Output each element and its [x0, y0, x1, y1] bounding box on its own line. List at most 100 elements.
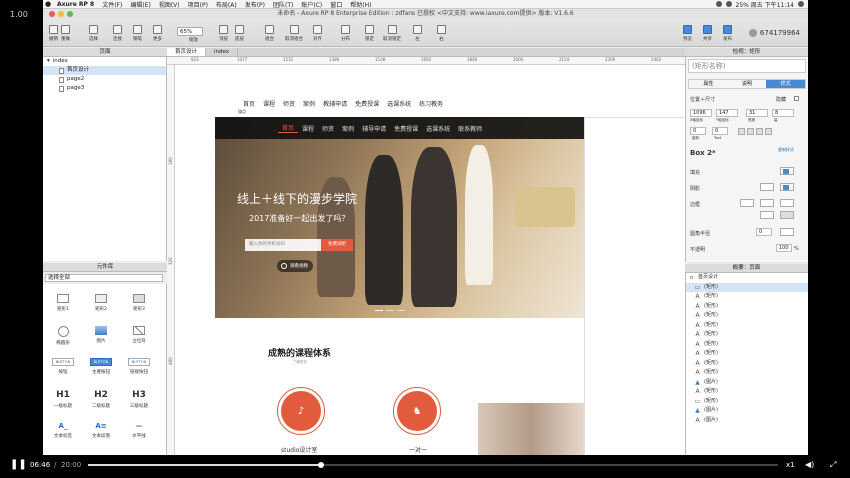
y-field[interactable]: 147	[716, 109, 738, 117]
nav-link[interactable]: 辅导申请	[358, 124, 390, 133]
style-name[interactable]: Box 2*	[690, 149, 716, 157]
library-widget[interactable]: 图片	[83, 326, 119, 344]
toolbar-button[interactable]: 连接	[113, 25, 122, 42]
outline-root[interactable]: ▫ 首页设计	[686, 273, 808, 283]
nav-link[interactable]: 首页	[278, 123, 299, 133]
outline-item[interactable]: A (矩形)	[686, 368, 808, 378]
page-item[interactable]: ▾ index	[43, 57, 166, 66]
rotation-field[interactable]: 0	[690, 127, 706, 135]
close-icon[interactable]	[49, 11, 55, 17]
chair-icon[interactable]: ♞	[397, 391, 437, 431]
nav-link[interactable]: 案例	[299, 99, 319, 108]
opacity-field[interactable]: 100	[776, 244, 792, 252]
toolbar-button[interactable]: 组合	[265, 25, 274, 42]
menu-item[interactable]: 布局(A)	[212, 0, 241, 9]
toolbar-button[interactable]: 右	[437, 25, 446, 42]
toolbar-button[interactable]: 更多	[153, 25, 162, 42]
outline-item[interactable]: A (图片)	[686, 416, 808, 426]
nav-link[interactable]: 选课系统	[422, 124, 454, 133]
nav-link[interactable]: 免费授课	[390, 124, 422, 133]
toolbar-button[interactable]: 取消锁定	[383, 25, 401, 42]
menu-item[interactable]: 文件(F)	[98, 0, 126, 9]
nav-link[interactable]: 练习教务	[415, 99, 447, 108]
hidden-checkbox[interactable]	[794, 96, 799, 101]
library-widget[interactable]: A_ 文本标签	[45, 422, 81, 439]
outline-item[interactable]: A (矩形)	[686, 321, 808, 331]
progress-knob[interactable]	[318, 462, 325, 468]
outline-item[interactable]: A (矩形)	[686, 359, 808, 369]
user-account[interactable]: 674179964	[748, 29, 800, 37]
library-select[interactable]: 选择全部	[45, 274, 163, 282]
outline-item[interactable]: A (矩形)	[686, 311, 808, 321]
library-widget[interactable]: H1 一级标题	[45, 390, 81, 409]
library-widget[interactable]: 占位符	[121, 326, 157, 344]
update-style-link[interactable]: 更新样式	[778, 147, 794, 153]
design-canvas[interactable]: 首页 课程 师资 案例 教辅申请 免费授课 选课系统 练习教务 锚点 首页 课程 师资 案例 辅导申请…	[175, 65, 685, 455]
toolbar-button[interactable]: 撤销	[49, 25, 58, 42]
library-widget[interactable]: BUTTON 主要按钮	[83, 358, 119, 375]
library-widget[interactable]: BUTTON 链接按钮	[121, 358, 157, 375]
outline-item[interactable]: A (矩形)	[686, 292, 808, 302]
toolbar-button[interactable]: 锁定	[365, 25, 374, 42]
inspector-tab[interactable]: 样式	[766, 80, 806, 88]
free-trial-button[interactable]: 免费试听	[321, 239, 353, 251]
phone-input[interactable]: 输入你的手机号码	[245, 239, 321, 251]
menu-item[interactable]: 帮助(H)	[346, 0, 375, 9]
library-widget[interactable]: H3 三级标题	[121, 390, 157, 409]
nav-link[interactable]: 师资	[318, 124, 338, 133]
library-widget[interactable]: 椭圆形	[45, 326, 81, 346]
apple-icon[interactable]: ●	[43, 0, 53, 8]
toolbar-button[interactable]: 共享	[703, 25, 712, 42]
search-icon[interactable]	[798, 1, 804, 7]
inspector-tab[interactable]: 属性	[689, 80, 728, 88]
tab-index[interactable]: index	[206, 48, 239, 56]
toolbar-button[interactable]: 对齐	[313, 25, 322, 42]
toolbar-button[interactable]: 分布	[341, 25, 350, 42]
library-widget[interactable]: 矩形1	[45, 294, 81, 312]
menu-item[interactable]: 项目(P)	[184, 0, 212, 9]
carousel-dot[interactable]	[386, 310, 394, 311]
nav-link[interactable]: 案例	[338, 124, 358, 133]
toolbar-button[interactable]: 缩放	[189, 37, 198, 43]
library-widget[interactable]: — 水平线	[121, 422, 157, 439]
border-color-swatch[interactable]	[780, 211, 794, 219]
toolbar-button[interactable]: 预览	[683, 25, 692, 42]
menu-item[interactable]: 发布(P)	[241, 0, 269, 9]
nav-link[interactable]: 课程	[259, 99, 279, 108]
radius-corner-swatch[interactable]	[780, 228, 794, 236]
page-item[interactable]: page2	[43, 75, 166, 84]
library-widget[interactable]: 矩形3	[121, 294, 157, 312]
toolbar-button[interactable]: 钢笔	[133, 25, 142, 42]
outline-item[interactable]: A (矩形)	[686, 330, 808, 340]
menu-item[interactable]: 账户(C)	[297, 0, 326, 9]
library-widget[interactable]: H2 二级标题	[83, 390, 119, 409]
nav-link[interactable]: 教辅申请	[319, 99, 351, 108]
zoom-select[interactable]: 65%	[177, 27, 203, 36]
align-right-icon[interactable]	[756, 128, 763, 135]
outline-item[interactable]: A (矩形)	[686, 349, 808, 359]
toolbar-button[interactable]: 顶层	[219, 25, 228, 42]
outline-item[interactable]: ▲ (图片)	[686, 378, 808, 388]
fullscreen-icon[interactable]: ⤢	[830, 460, 836, 470]
carousel-dot[interactable]	[375, 310, 383, 311]
shadow-color-swatch[interactable]	[780, 183, 794, 191]
nav-link[interactable]: 首页	[239, 99, 259, 108]
outline-item[interactable]: A (矩形)	[686, 387, 808, 397]
border-dash-swatch[interactable]	[780, 199, 794, 207]
hero-banner[interactable]: 首页 课程 师资 案例 辅导申请 免费授课 选课系统 联系教师 线上＋线下的漫步学院 2017…	[215, 117, 584, 318]
toolbar-button[interactable]: 选择	[89, 25, 98, 42]
library-widget[interactable]: 矩形2	[83, 294, 119, 312]
zoom-icon[interactable]	[67, 11, 73, 17]
menu-item[interactable]: 视图(V)	[155, 0, 184, 9]
nav-link[interactable]: 选课系统	[383, 99, 415, 108]
toolbar-button[interactable]: 重做	[61, 25, 70, 42]
outline-item[interactable]: A (矩形)	[686, 302, 808, 312]
shape-name-input[interactable]: (矩形名称)	[688, 59, 806, 73]
pause-icon[interactable]: ❚❚	[10, 459, 27, 470]
width-field[interactable]: 31	[746, 109, 768, 117]
library-widget[interactable]: BUTTON 按钮	[45, 358, 81, 375]
menubar-clock[interactable]: 25% 周五 下午11:14	[736, 0, 794, 9]
align-left-icon[interactable]	[738, 128, 745, 135]
page-item[interactable]: page3	[43, 84, 166, 93]
toolbar-button[interactable]: 取消组合	[285, 25, 303, 42]
